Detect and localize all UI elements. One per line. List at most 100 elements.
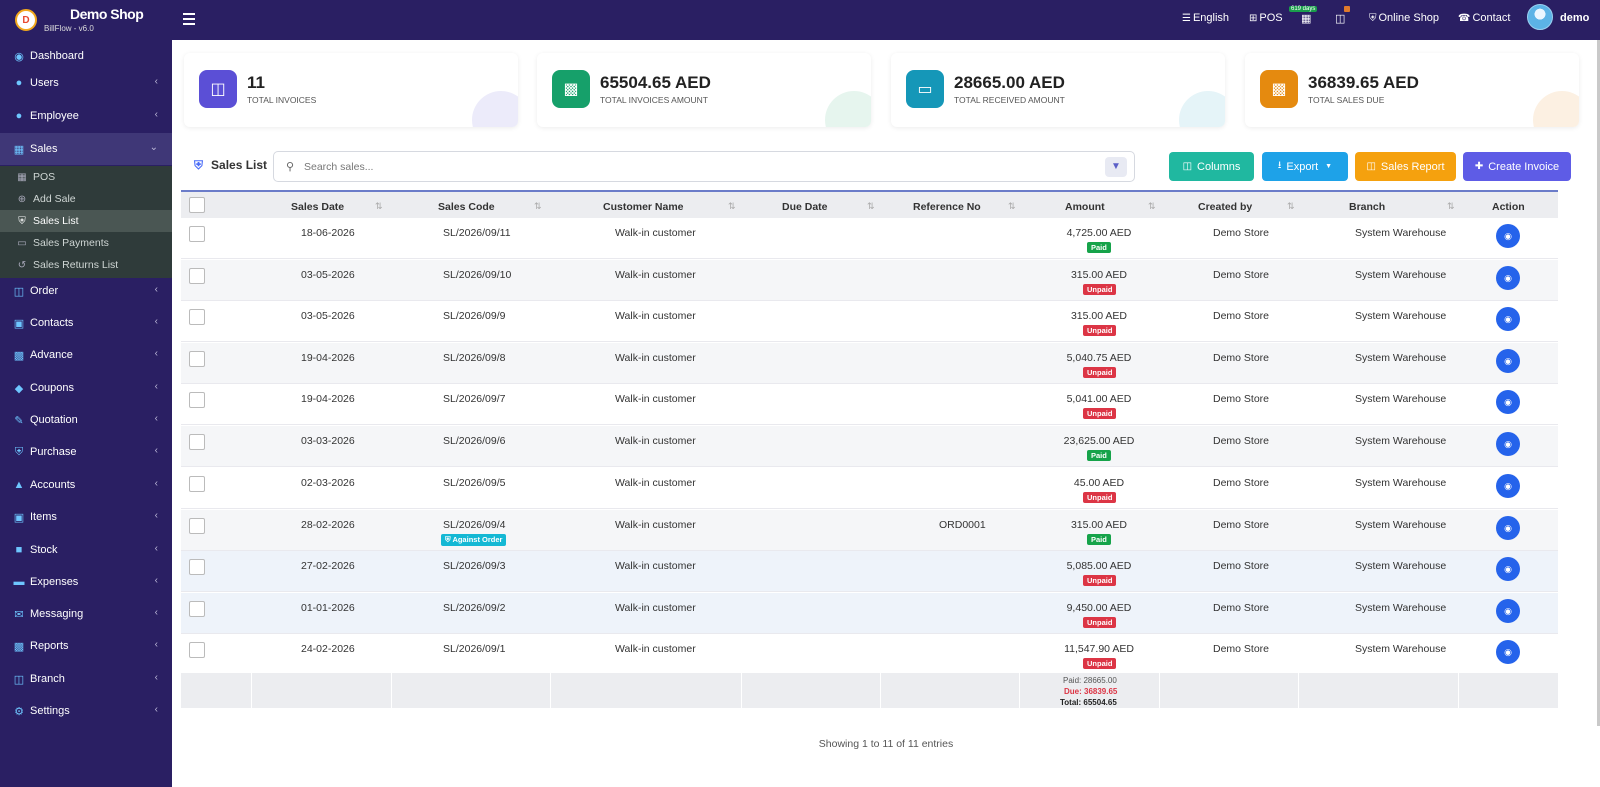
- brand[interactable]: D Demo Shop BillFlow - v6.0: [0, 0, 172, 40]
- table-row[interactable]: 02-03-2026 SL/2026/09/5 Walk-in customer 45…: [181, 468, 1558, 509]
- row-checkbox[interactable]: [189, 601, 205, 617]
- avatar[interactable]: [1527, 4, 1553, 30]
- sidebar-item-items[interactable]: ▣ Items ‹: [0, 501, 172, 533]
- sidebar-item-employee[interactable]: ● Employee ‹: [0, 100, 172, 132]
- sidebar-item-purchase[interactable]: ⛨ Purchase ‹: [0, 436, 172, 468]
- table-row[interactable]: 18-06-2026 SL/2026/09/11 Walk-in customer 4…: [181, 218, 1558, 259]
- sort-icon[interactable]: ⇅: [1447, 201, 1455, 212]
- cell-sales-code[interactable]: SL/2026/09/1: [443, 643, 505, 655]
- table-row[interactable]: 24-02-2026 SL/2026/09/1 Walk-in customer 11…: [181, 634, 1558, 675]
- row-checkbox[interactable]: [189, 351, 205, 367]
- pos-link[interactable]: ⊞ POS: [1249, 12, 1283, 24]
- table-row[interactable]: 27-02-2026 SL/2026/09/3 Walk-in customer 5,…: [181, 551, 1558, 592]
- sidebar-item-expenses[interactable]: ▬ Expenses ‹: [0, 566, 172, 598]
- table-row[interactable]: 19-04-2026 SL/2026/09/7 Walk-in customer 5,…: [181, 384, 1558, 425]
- sidebar-item-sales[interactable]: ▦ Sales ⌄: [0, 133, 172, 165]
- sidebar-item-coupons[interactable]: ◆ Coupons ‹: [0, 372, 172, 404]
- search-input[interactable]: [304, 158, 1084, 176]
- sidebar-item-users[interactable]: ● Users ‹: [0, 67, 172, 99]
- table-row[interactable]: 03-05-2026 SL/2026/09/9 Walk-in customer 31…: [181, 301, 1558, 342]
- view-button[interactable]: ◉: [1496, 307, 1520, 331]
- language-selector[interactable]: ☰ English: [1182, 12, 1229, 24]
- sort-icon[interactable]: ⇅: [1008, 201, 1016, 212]
- view-button[interactable]: ◉: [1496, 640, 1520, 664]
- row-checkbox[interactable]: [189, 434, 205, 450]
- sidebar-item-contacts[interactable]: ▣ Contacts ‹: [0, 307, 172, 339]
- sidebar-subitem-sales-returns[interactable]: ↺ Sales Returns List: [0, 254, 172, 276]
- sidebar-item-settings[interactable]: ⚙ Settings ‹: [0, 695, 172, 727]
- row-checkbox[interactable]: [189, 268, 205, 284]
- sidebar-subitem-sales-payments[interactable]: ▭ Sales Payments: [0, 232, 172, 254]
- sales-report-button[interactable]: ◫ Sales Report: [1355, 152, 1456, 181]
- view-button[interactable]: ◉: [1496, 474, 1520, 498]
- sidebar-item-messaging[interactable]: ✉ Messaging ‹: [0, 598, 172, 630]
- export-button[interactable]: ⭳ Export ▼: [1262, 152, 1348, 181]
- cell-sales-code[interactable]: SL/2026/09/10: [443, 269, 511, 281]
- filter-button[interactable]: ▼: [1105, 157, 1127, 177]
- sidebar-item-order[interactable]: ◫ Order ‹: [0, 275, 172, 307]
- view-button[interactable]: ◉: [1496, 390, 1520, 414]
- row-checkbox[interactable]: [189, 226, 205, 242]
- col-sales-date[interactable]: Sales Date: [291, 201, 344, 213]
- row-checkbox[interactable]: [189, 518, 205, 534]
- sidebar-item-advance[interactable]: ▩ Advance ‹: [0, 339, 172, 371]
- row-checkbox[interactable]: [189, 642, 205, 658]
- sort-icon[interactable]: ⇅: [534, 201, 542, 212]
- sort-icon[interactable]: ⇅: [1148, 201, 1156, 212]
- columns-button[interactable]: ◫ Columns: [1169, 152, 1254, 181]
- view-button[interactable]: ◉: [1496, 224, 1520, 248]
- sidebar-item-reports[interactable]: ▩ Reports ‹: [0, 630, 172, 662]
- view-button[interactable]: ◉: [1496, 557, 1520, 581]
- user-name[interactable]: demo: [1560, 12, 1589, 24]
- menu-toggle-icon[interactable]: [183, 10, 195, 30]
- cell-sales-code[interactable]: SL/2026/09/5: [443, 477, 505, 489]
- view-button[interactable]: ◉: [1496, 516, 1520, 540]
- table-row[interactable]: 03-05-2026 SL/2026/09/10 Walk-in customer 3…: [181, 260, 1558, 301]
- contact-link[interactable]: ☎ Contact: [1458, 12, 1510, 24]
- caret-down-icon: ▼: [1325, 163, 1333, 170]
- select-all-checkbox[interactable]: [189, 197, 205, 213]
- cell-sales-code[interactable]: SL/2026/09/9: [443, 310, 505, 322]
- table-row[interactable]: 03-03-2026 SL/2026/09/6 Walk-in customer 23…: [181, 426, 1558, 467]
- view-button[interactable]: ◉: [1496, 266, 1520, 290]
- sidebar-item-stock[interactable]: ■ Stock ‹: [0, 534, 172, 566]
- sort-icon[interactable]: ⇅: [375, 201, 383, 212]
- sidebar-subitem-pos[interactable]: ▦ POS: [0, 166, 172, 188]
- cell-sales-code[interactable]: SL/2026/09/2: [443, 602, 505, 614]
- view-button[interactable]: ◉: [1496, 349, 1520, 373]
- cell-sales-code[interactable]: SL/2026/09/3: [443, 560, 505, 572]
- col-branch[interactable]: Branch: [1349, 201, 1385, 213]
- row-checkbox[interactable]: [189, 559, 205, 575]
- sidebar-item-branch[interactable]: ◫ Branch ‹: [0, 663, 172, 695]
- create-invoice-button[interactable]: ✚ Create Invoice: [1463, 152, 1571, 181]
- col-amount[interactable]: Amount: [1065, 201, 1105, 213]
- sort-icon[interactable]: ⇅: [867, 201, 875, 212]
- sidebar-subitem-add-sale[interactable]: ⊕ Add Sale: [0, 188, 172, 210]
- online-shop-link[interactable]: ⛨ Online Shop: [1369, 12, 1439, 24]
- cell-sales-code[interactable]: SL/2026/09/11: [443, 227, 511, 239]
- col-due-date[interactable]: Due Date: [782, 201, 828, 213]
- cell-sales-code[interactable]: SL/2026/09/6: [443, 435, 505, 447]
- col-customer-name[interactable]: Customer Name: [603, 201, 684, 213]
- sort-icon[interactable]: ⇅: [728, 201, 736, 212]
- col-reference-no[interactable]: Reference No: [913, 201, 981, 213]
- cell-sales-code[interactable]: SL/2026/09/4: [443, 519, 505, 531]
- row-checkbox[interactable]: [189, 392, 205, 408]
- view-button[interactable]: ◉: [1496, 599, 1520, 623]
- col-sales-code[interactable]: Sales Code: [438, 201, 495, 213]
- calendar-icon[interactable]: ▦: [1301, 12, 1311, 25]
- sidebar-item-quotation[interactable]: ✎ Quotation ‹: [0, 404, 172, 436]
- sort-icon[interactable]: ⇅: [1287, 201, 1295, 212]
- notes-icon[interactable]: ◫: [1335, 12, 1345, 25]
- cell-sales-code[interactable]: SL/2026/09/7: [443, 393, 505, 405]
- table-row[interactable]: 28-02-2026 SL/2026/09/4 ⛨ Against Order Wal…: [181, 510, 1558, 551]
- row-checkbox[interactable]: [189, 309, 205, 325]
- sidebar-subitem-sales-list[interactable]: ⛨ Sales List: [0, 210, 172, 232]
- view-button[interactable]: ◉: [1496, 432, 1520, 456]
- cell-sales-code[interactable]: SL/2026/09/8: [443, 352, 505, 364]
- col-created-by[interactable]: Created by: [1198, 201, 1252, 213]
- table-row[interactable]: 01-01-2026 SL/2026/09/2 Walk-in customer 9,…: [181, 593, 1558, 634]
- table-row[interactable]: 19-04-2026 SL/2026/09/8 Walk-in customer 5,…: [181, 343, 1558, 384]
- sidebar-item-accounts[interactable]: ▲ Accounts ‹: [0, 469, 172, 501]
- row-checkbox[interactable]: [189, 476, 205, 492]
